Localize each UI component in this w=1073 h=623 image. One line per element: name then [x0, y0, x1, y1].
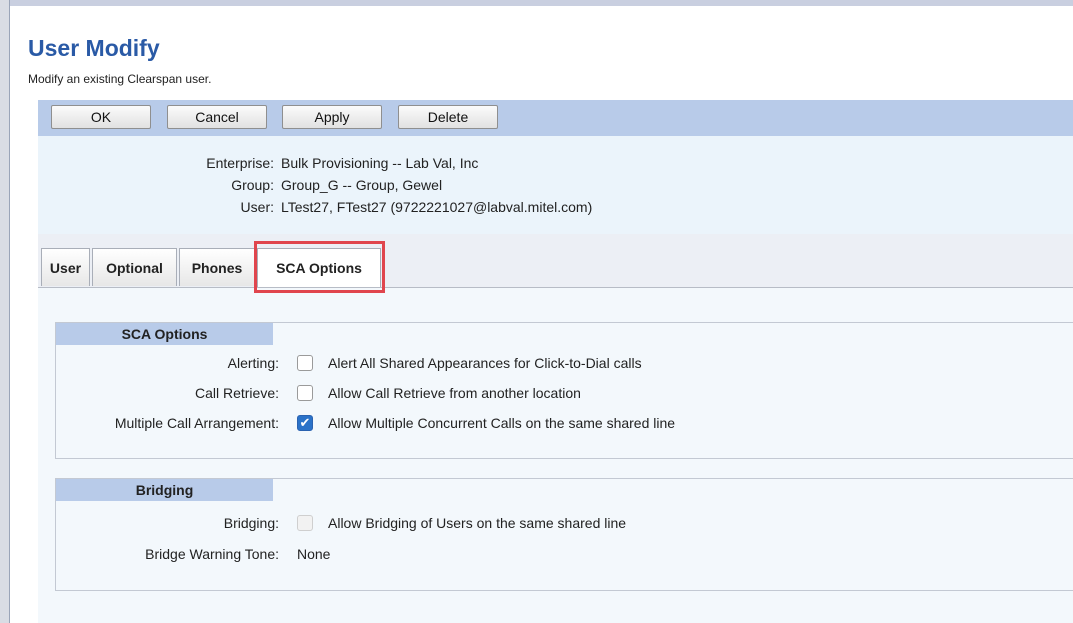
bridging-text: Allow Bridging of Users on the same shar… — [328, 515, 627, 531]
sca-options-section: SCA Options Alerting: Alert All Shared A… — [55, 322, 1073, 459]
tab-sca-options[interactable]: SCA Options — [257, 248, 381, 287]
page-title: User Modify — [28, 35, 160, 61]
bridging-label: Bridging: — [223, 515, 279, 531]
user-modify-window: User Modify Modify an existing Clearspan… — [10, 6, 1073, 623]
user-value: LTest27, FTest27 (9722221027@labval.mite… — [281, 199, 593, 215]
page-subtitle: Modify an existing Clearspan user. — [28, 72, 212, 86]
tab-content-area: User Optional Phones SCA Options SCA Opt… — [38, 234, 1073, 623]
enterprise-label: Enterprise: — [206, 155, 274, 171]
call-retrieve-text: Allow Call Retrieve from another locatio… — [328, 385, 581, 401]
bridge-warning-tone-label: Bridge Warning Tone: — [145, 546, 279, 562]
tab-bar: User Optional Phones SCA Options — [38, 234, 1073, 293]
ok-button[interactable]: OK — [51, 105, 151, 129]
action-toolbar: OK Cancel Apply Delete — [38, 100, 1073, 136]
bridging-checkbox[interactable] — [297, 515, 313, 531]
cancel-button[interactable]: Cancel — [167, 105, 267, 129]
delete-button[interactable]: Delete — [398, 105, 498, 129]
multiple-call-arrangement-text: Allow Multiple Concurrent Calls on the s… — [328, 415, 676, 431]
group-value: Group_G -- Group, Gewel — [281, 177, 443, 193]
call-retrieve-label: Call Retrieve: — [194, 385, 279, 401]
enterprise-value: Bulk Provisioning -- Lab Val, Inc — [281, 155, 479, 171]
tab-phones[interactable]: Phones — [179, 248, 255, 286]
alerting-label: Alerting: — [227, 355, 279, 371]
check-icon: ✔ — [299, 415, 311, 430]
multiple-call-arrangement-checkbox[interactable]: ✔ — [297, 415, 313, 431]
multiple-call-arrangement-label: Multiple Call Arrangement: — [114, 415, 279, 431]
bridging-header: Bridging — [56, 479, 273, 501]
left-margin — [0, 0, 9, 623]
user-label: User: — [240, 199, 274, 215]
alerting-text: Alert All Shared Appearances for Click-t… — [328, 355, 642, 371]
group-label: Group: — [231, 177, 274, 193]
call-retrieve-checkbox[interactable] — [297, 385, 313, 401]
bridging-section: Bridging Bridging: Allow Bridging of Use… — [55, 478, 1073, 591]
bridge-warning-tone-value: None — [297, 546, 331, 562]
apply-button[interactable]: Apply — [282, 105, 382, 129]
tab-optional[interactable]: Optional — [92, 248, 177, 286]
alerting-checkbox[interactable] — [297, 355, 313, 371]
sca-options-header: SCA Options — [56, 323, 273, 345]
tab-user[interactable]: User — [41, 248, 90, 286]
user-info-panel: Enterprise: Bulk Provisioning -- Lab Val… — [38, 136, 1073, 234]
